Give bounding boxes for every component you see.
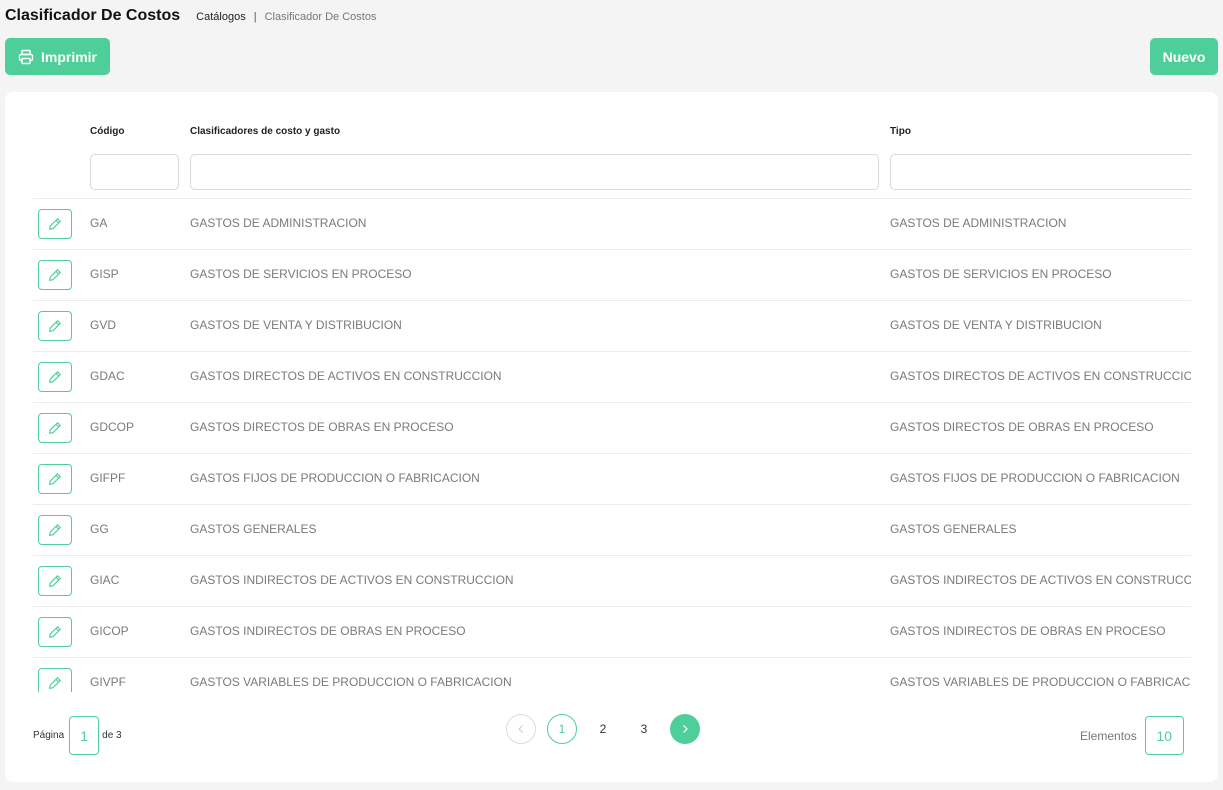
cell-type: GASTOS VARIABLES DE PRODUCCION O FABRICA… [890, 675, 1191, 689]
edit-button[interactable] [38, 464, 72, 494]
new-button-label: Nuevo [1162, 48, 1206, 65]
breadcrumb-item-catalogos[interactable]: Catálogos [196, 11, 246, 23]
breadcrumb-separator: | [253, 11, 257, 23]
cell-name: GASTOS DE ADMINISTRACION [190, 216, 367, 230]
cell-type: GASTOS DIRECTOS DE ACTIVOS EN CONSTRUCCI… [890, 369, 1191, 383]
page-title: Clasificador De Costos [5, 7, 181, 24]
cell-code: GDAC [90, 369, 125, 383]
cell-name: GASTOS DIRECTOS DE ACTIVOS EN CONSTRUCCI… [190, 369, 502, 383]
cell-type: GASTOS INDIRECTOS DE ACTIVOS EN CONSTRUC… [890, 573, 1191, 587]
page-header: Clasificador De Costos Catálogos | Clasi… [5, 7, 376, 25]
table-row: GIVPF GASTOS VARIABLES DE PRODUCCION O F… [33, 657, 1191, 692]
cell-code: GIVPF [90, 675, 127, 689]
cell-code: GICOP [90, 624, 129, 638]
chevron-right-icon [683, 725, 688, 733]
edit-button[interactable] [38, 515, 72, 545]
cell-code: GA [90, 216, 108, 230]
column-header-type[interactable]: Tipo [890, 126, 911, 137]
page-button-1[interactable]: 1 [547, 714, 577, 744]
pencil-icon [48, 268, 62, 282]
table-row: GDAC GASTOS DIRECTOS DE ACTIVOS EN CONST… [33, 351, 1191, 402]
pencil-icon [48, 523, 62, 537]
page-button-2[interactable]: 2 [588, 714, 618, 744]
cell-type: GASTOS DE ADMINISTRACION [890, 216, 1067, 230]
pencil-icon [48, 370, 62, 384]
cell-code: GG [90, 522, 109, 536]
previous-page-button[interactable] [506, 714, 536, 744]
pencil-icon [48, 676, 62, 690]
cell-name: GASTOS GENERALES [190, 522, 317, 536]
data-table: Código Clasificadores de costo y gasto T… [33, 92, 1191, 692]
cell-code: GIAC [90, 573, 120, 587]
edit-button[interactable] [38, 362, 72, 392]
cell-name: GASTOS DIRECTOS DE OBRAS EN PROCESO [190, 420, 454, 434]
table-row: GG GASTOS GENERALES GASTOS GENERALES [33, 504, 1191, 555]
edit-button[interactable] [38, 311, 72, 341]
page-total-label: de 3 [102, 730, 122, 741]
cell-type: GASTOS GENERALES [890, 522, 1017, 536]
table-row: GVD GASTOS DE VENTA Y DISTRIBUCION GASTO… [33, 300, 1191, 351]
edit-button[interactable] [38, 668, 72, 692]
filter-type-input[interactable] [890, 154, 1191, 190]
elements-label: Elementos [1080, 728, 1137, 743]
cell-type: GASTOS DIRECTOS DE OBRAS EN PROCESO [890, 420, 1154, 434]
filter-code-input[interactable] [90, 154, 179, 190]
cell-name: GASTOS INDIRECTOS DE ACTIVOS EN CONSTRUC… [190, 573, 514, 587]
cell-code: GVD [90, 318, 117, 332]
edit-button[interactable] [38, 209, 72, 239]
column-header-name[interactable]: Clasificadores de costo y gasto [190, 126, 340, 137]
print-button-label: Imprimir [40, 48, 97, 65]
cell-type: GASTOS DE SERVICIOS EN PROCESO [890, 267, 1112, 281]
cell-code: GIFPF [90, 471, 126, 485]
table-row: GIAC GASTOS INDIRECTOS DE ACTIVOS EN CON… [33, 555, 1191, 606]
pencil-icon [48, 625, 62, 639]
new-button[interactable]: Nuevo [1150, 38, 1218, 75]
printer-icon [18, 49, 34, 64]
edit-button[interactable] [38, 260, 72, 290]
table-row: GICOP GASTOS INDIRECTOS DE OBRAS EN PROC… [33, 606, 1191, 657]
breadcrumb-current: Clasificador De Costos [264, 11, 377, 23]
pencil-icon [48, 319, 62, 333]
page-button-3[interactable]: 3 [629, 714, 659, 744]
cell-type: GASTOS DE VENTA Y DISTRIBUCION [890, 318, 1102, 332]
breadcrumb: Catálogos | Clasificador De Costos [196, 11, 376, 23]
pencil-icon [48, 574, 62, 588]
cell-code: GDCOP [90, 420, 135, 434]
filter-name-input[interactable] [190, 154, 879, 190]
page-label: Página [33, 730, 65, 741]
current-page-input[interactable]: 1 [69, 716, 100, 755]
chevron-left-icon [518, 725, 523, 733]
print-button[interactable]: Imprimir [5, 38, 110, 75]
pencil-icon [48, 472, 62, 486]
column-header-code[interactable]: Código [90, 126, 124, 137]
edit-button[interactable] [38, 566, 72, 596]
table-row: GISP GASTOS DE SERVICIOS EN PROCESO GAST… [33, 249, 1191, 300]
edit-button[interactable] [38, 617, 72, 647]
page-indicator: Página 1 de 3 [33, 716, 122, 755]
cell-name: GASTOS FIJOS DE PRODUCCION O FABRICACION [190, 471, 480, 485]
pencil-icon [48, 421, 62, 435]
pencil-icon [48, 217, 62, 231]
table-card: Código Clasificadores de costo y gasto T… [5, 92, 1218, 782]
page-size-input[interactable]: 10 [1144, 716, 1184, 755]
cell-name: GASTOS INDIRECTOS DE OBRAS EN PROCESO [190, 624, 466, 638]
next-page-button[interactable] [670, 714, 700, 744]
cell-name: GASTOS DE VENTA Y DISTRIBUCION [190, 318, 402, 332]
table-row: GA GASTOS DE ADMINISTRACION GASTOS DE AD… [33, 198, 1191, 249]
table-row: GDCOP GASTOS DIRECTOS DE OBRAS EN PROCES… [33, 402, 1191, 453]
table-row: GIFPF GASTOS FIJOS DE PRODUCCION O FABRI… [33, 453, 1191, 504]
cell-type: GASTOS INDIRECTOS DE OBRAS EN PROCESO [890, 624, 1166, 638]
cell-name: GASTOS DE SERVICIOS EN PROCESO [190, 267, 412, 281]
cell-name: GASTOS VARIABLES DE PRODUCCION O FABRICA… [190, 675, 512, 689]
cell-type: GASTOS FIJOS DE PRODUCCION O FABRICACION [890, 471, 1180, 485]
edit-button[interactable] [38, 413, 72, 443]
page-size-control: Elementos 10 [1080, 716, 1184, 755]
cell-code: GISP [90, 267, 119, 281]
